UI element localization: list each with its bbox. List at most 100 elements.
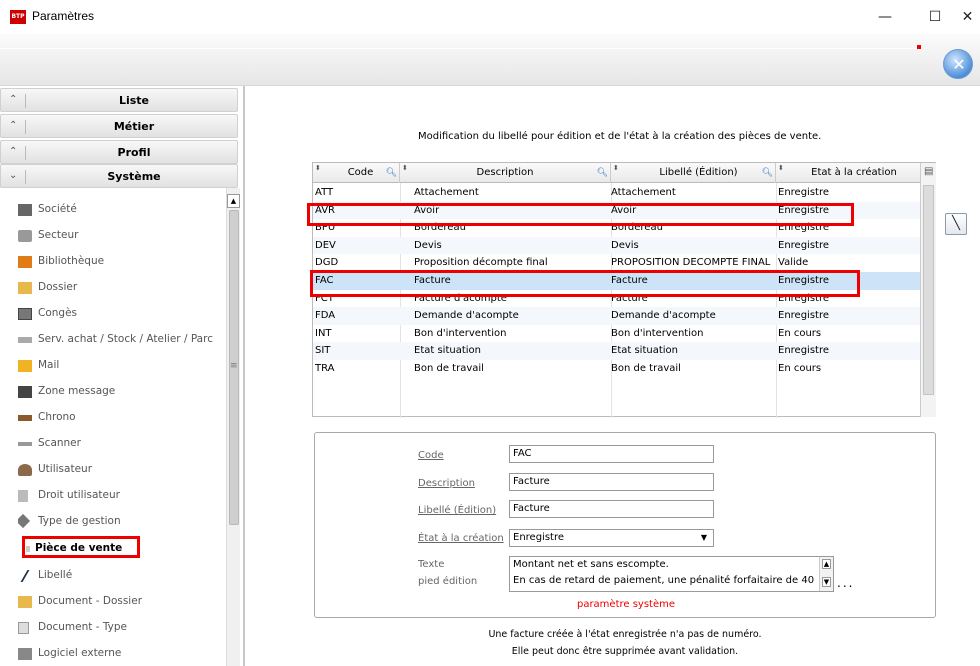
etat-select-value: Enregistre <box>513 532 565 543</box>
close-window-button[interactable]: ✕ <box>955 5 980 29</box>
toolbar-divider <box>0 48 918 49</box>
search-icon[interactable]: 🔍︎ <box>762 163 773 183</box>
sidebar-item-document-dossier[interactable]: Document - Dossier <box>18 590 228 614</box>
building-icon <box>18 204 32 216</box>
textarea-scrollbar[interactable]: ▲ ▼ <box>819 557 833 591</box>
sort-icon[interactable]: ⬍ <box>778 158 784 178</box>
tag-icon <box>18 513 31 529</box>
scroll-up-icon[interactable]: ▲ <box>822 559 831 569</box>
cell-description: Demande d'acompte <box>414 310 519 322</box>
sidebar-item-utilisateur[interactable]: Utilisateur <box>18 458 228 482</box>
cell-code: INT <box>315 327 332 339</box>
box-icon <box>18 230 32 242</box>
sidebar-item-dossier[interactable]: Dossier <box>18 276 228 300</box>
cell-libelle: Attachement <box>611 187 676 198</box>
scroll-down-icon[interactable]: ▼ <box>822 577 831 587</box>
table-row[interactable]: TRA Bon de travail Bon de travail En cours <box>313 360 920 378</box>
description-label: Description <box>418 478 475 489</box>
column-header-code[interactable]: ⬍ Code 🔍︎ <box>313 163 400 183</box>
column-header-libelle[interactable]: ⬍ Libellé (Édition) 🔍︎ <box>611 163 776 183</box>
column-header-etat[interactable]: ⬍ Etat à la création <box>776 163 920 183</box>
close-circle-icon[interactable]: ✕ <box>943 49 973 79</box>
column-label: Description <box>476 167 534 178</box>
sidebar-scrollbar[interactable]: ▲ ≡ <box>226 188 240 666</box>
sidebar-item-conges[interactable]: Congès <box>18 302 228 326</box>
arrow-icon <box>26 546 30 552</box>
maximize-button[interactable]: ☐ <box>920 5 950 29</box>
sidebar-item-label: Secteur <box>38 229 79 241</box>
section-systeme[interactable]: ⌄ Système <box>0 164 238 188</box>
sidebar-item-mail[interactable]: Mail <box>18 354 228 378</box>
libelle-field[interactable]: Facture <box>509 500 714 518</box>
scanner-icon <box>18 442 32 446</box>
table-scrollbar[interactable]: ▤ <box>920 163 936 417</box>
description-field[interactable]: Facture <box>509 473 714 491</box>
sidebar-item-label: Congès <box>38 307 78 319</box>
texte-pied-edition-textarea[interactable]: Montant net et sans escompte. En cas de … <box>509 556 834 592</box>
section-label: Liste <box>118 94 150 107</box>
edit-label-button[interactable]: ╲ <box>945 213 967 235</box>
folder-icon <box>18 282 32 294</box>
sidebar-item-libelle[interactable]: Libellé <box>18 564 228 588</box>
grip-icon: ≡ <box>230 361 238 371</box>
sidebar-item-label: Chrono <box>38 411 76 423</box>
parametres-window: BTP Paramètres — ☐ ✕ ✕ ⌃ Liste ⌃ Métier … <box>0 0 980 666</box>
chevron-down-icon: ⌄ <box>9 170 18 181</box>
table-row[interactable]: SIT Etat situation Etat situation Enregistr… <box>313 342 920 360</box>
chevron-up-icon: ⌃ <box>9 94 18 105</box>
sort-icon[interactable]: ⬍ <box>613 158 619 178</box>
cell-libelle: Demande d'acompte <box>611 310 716 322</box>
info-note-2: Elle peut donc être supprimée avant vali… <box>511 646 739 657</box>
sidebar-item-piece-de-vente[interactable]: Pièce de vente <box>22 536 140 558</box>
section-label: Système <box>107 170 161 183</box>
highlight-fac-row <box>310 270 860 297</box>
column-chooser-icon[interactable]: ▤ <box>924 166 933 177</box>
cell-etat: Enregistre <box>778 239 830 251</box>
sidebar-item-secteur[interactable]: Secteur <box>18 224 228 248</box>
sidebar-item-scanner[interactable]: Scanner <box>18 432 228 456</box>
sidebar-item-label: Zone message <box>38 385 116 397</box>
doc-icon <box>18 622 29 634</box>
highlight-avr-row <box>307 203 854 226</box>
cell-description: Bon de travail <box>414 363 484 374</box>
code-field[interactable]: FAC <box>509 445 714 463</box>
dropdown-arrow-icon[interactable]: ▼ <box>701 530 707 546</box>
section-metier[interactable]: ⌃ Métier <box>0 114 238 138</box>
more-button[interactable]: ... <box>837 576 854 590</box>
etat-select[interactable]: Enregistre ▼ <box>509 529 714 547</box>
sidebar-item-societe[interactable]: Société <box>18 198 228 222</box>
sidebar-item-document-type[interactable]: Document - Type <box>18 616 228 640</box>
section-label: Profil <box>117 146 151 159</box>
cell-description: Attachement <box>414 187 479 198</box>
scrollbar-thumb[interactable] <box>923 185 934 395</box>
search-icon[interactable]: 🔍︎ <box>386 163 397 183</box>
sidebar-item-label: Droit utilisateur <box>38 489 120 501</box>
scroll-up-icon[interactable]: ▲ <box>227 194 240 208</box>
sidebar-item-label: Pièce de vente <box>35 542 123 554</box>
sidebar-item-chrono[interactable]: Chrono <box>18 406 228 430</box>
sidebar-item-label: Logiciel externe <box>38 647 122 659</box>
table-row[interactable]: FDA Demande d'acompte Demande d'acompte Enr… <box>313 307 920 325</box>
texte-label-1: Texte <box>418 559 445 570</box>
sidebar-item-serv-achat[interactable]: Serv. achat / Stock / Atelier / Parc <box>18 328 228 352</box>
texte-line: En cas de retard de paiement, une pénali… <box>513 575 815 586</box>
section-liste[interactable]: ⌃ Liste <box>0 88 238 112</box>
sidebar-item-logiciel-externe[interactable]: Logiciel externe <box>18 642 228 666</box>
column-label: Libellé (Édition) <box>659 167 738 178</box>
search-icon[interactable]: 🔍︎ <box>597 163 608 183</box>
column-header-description[interactable]: ⬍ Description 🔍︎ <box>400 163 611 183</box>
cell-etat: Enregistre <box>778 345 830 357</box>
minimize-button[interactable]: — <box>870 5 900 29</box>
table-row[interactable]: DEV Devis Devis Enregistre <box>313 236 920 255</box>
sidebar-item-droit-utilisateur[interactable]: Droit utilisateur <box>18 484 228 508</box>
table-row[interactable]: INT Bon d'intervention Bon d'intervention E… <box>313 325 920 343</box>
sidebar-item-zone-message[interactable]: Zone message <box>18 380 228 404</box>
section-profil[interactable]: ⌃ Profil <box>0 140 238 164</box>
table-row[interactable]: ATT Attachement Attachement Enregistre <box>313 184 920 202</box>
window-title: Paramètres <box>32 9 95 23</box>
sort-icon[interactable]: ⬍ <box>402 158 408 178</box>
sidebar-item-bibliotheque[interactable]: Bibliothèque <box>18 250 228 274</box>
sidebar-item-type-gestion[interactable]: Type de gestion <box>18 510 228 534</box>
app-logo-icon: BTP <box>10 10 26 24</box>
sort-icon[interactable]: ⬍ <box>315 158 321 178</box>
